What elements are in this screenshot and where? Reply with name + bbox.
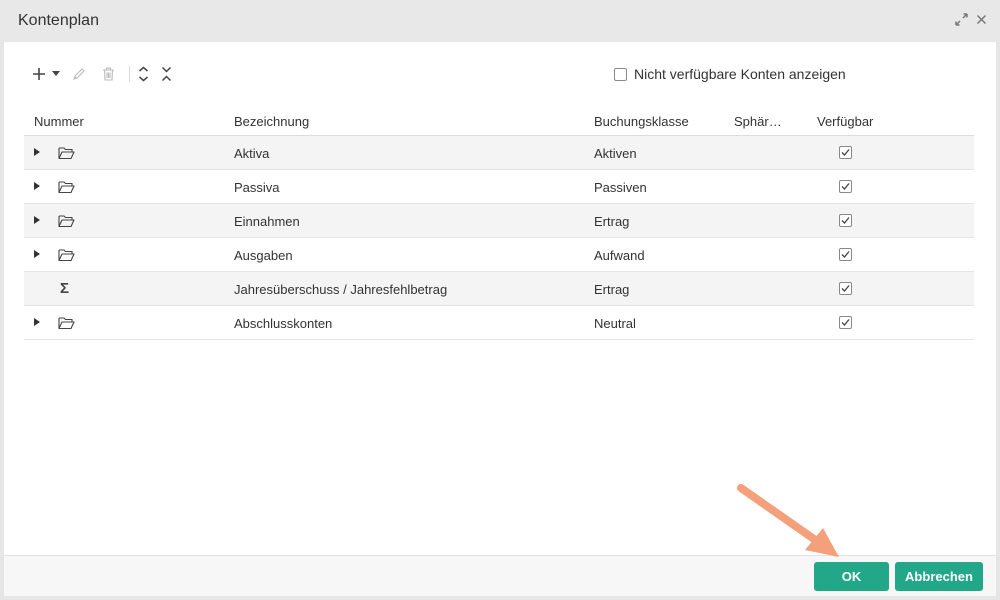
ok-button[interactable]: OK [814, 562, 889, 591]
collapse-all-icon [161, 66, 172, 82]
cell-bezeichnung: Jahresüberschuss / Jahresfehlbetrag [234, 282, 448, 297]
column-header-buchungsklasse[interactable]: Buchungsklasse [594, 114, 689, 129]
accounts-grid: Nummer Bezeichnung Buchungsklasse Sphär…… [24, 108, 974, 340]
expand-row-icon[interactable] [34, 250, 40, 258]
add-dropdown-button[interactable] [52, 64, 60, 84]
expand-all-icon [139, 66, 148, 82]
show-unavailable-toggle[interactable]: Nicht verfügbare Konten anzeigen [614, 66, 846, 82]
expand-row-icon[interactable] [34, 318, 40, 326]
trash-icon [103, 67, 114, 81]
cell-buchungsklasse: Aktiven [594, 146, 637, 161]
cell-buchungsklasse: Aufwand [594, 248, 645, 263]
check-icon [841, 319, 850, 326]
table-row[interactable]: Passiva Passiven [24, 170, 974, 204]
available-checkbox[interactable] [839, 248, 852, 261]
expand-all-button[interactable] [138, 64, 149, 84]
close-icon[interactable] [974, 12, 988, 26]
table-row[interactable]: Σ Jahresüberschuss / Jahresfehlbetrag Ertr… [24, 272, 974, 306]
check-icon [841, 285, 850, 292]
delete-button[interactable] [102, 64, 115, 84]
cell-bezeichnung: Abschlusskonten [234, 316, 333, 331]
show-unavailable-label: Nicht verfügbare Konten anzeigen [634, 66, 846, 82]
cell-bezeichnung: Einnahmen [234, 214, 300, 229]
table-row[interactable]: Abschlusskonten Neutral [24, 306, 974, 340]
available-checkbox[interactable] [839, 316, 852, 329]
dialog-content: Nicht verfügbare Konten anzeigen Nummer … [4, 42, 996, 555]
folder-icon [58, 147, 75, 160]
grid-toolbar [32, 64, 172, 84]
expand-row-icon[interactable] [34, 182, 40, 190]
sigma-icon: Σ [60, 280, 70, 297]
cell-bezeichnung: Passiva [234, 180, 280, 195]
expand-icon[interactable] [954, 12, 968, 26]
check-icon [841, 183, 850, 190]
folder-icon [58, 215, 75, 228]
dialog-title: Kontenplan [18, 12, 99, 29]
grid-body: Aktiva Aktiven Passiva Passiven Einnahmen Ert… [24, 136, 974, 340]
dialog-footer: OK Abbrechen [4, 555, 996, 596]
expand-row-icon[interactable] [34, 148, 40, 156]
folder-icon [58, 317, 75, 330]
available-checkbox[interactable] [839, 146, 852, 159]
column-header-bezeichnung[interactable]: Bezeichnung [234, 114, 309, 129]
cell-buchungsklasse: Ertrag [594, 282, 630, 297]
grid-header: Nummer Bezeichnung Buchungsklasse Sphär…… [24, 108, 974, 136]
edit-button[interactable] [72, 64, 86, 84]
column-header-nummer[interactable]: Nummer [34, 114, 84, 129]
cell-buchungsklasse: Passiven [594, 180, 647, 195]
table-row[interactable]: Einnahmen Ertrag [24, 204, 974, 238]
cell-bezeichnung: Aktiva [234, 146, 270, 161]
pencil-icon [73, 68, 85, 80]
folder-icon [58, 181, 75, 194]
show-unavailable-checkbox[interactable] [614, 67, 627, 81]
dialog-titlebar: Kontenplan [0, 0, 1000, 42]
check-icon [841, 217, 850, 224]
plus-icon [33, 68, 45, 80]
collapse-all-button[interactable] [161, 64, 172, 84]
check-icon [841, 251, 850, 258]
titlebar-controls [954, 12, 988, 26]
column-header-verfuegbar[interactable]: Verfügbar [817, 114, 873, 129]
toolbar-separator [129, 66, 130, 82]
table-row[interactable]: Aktiva Aktiven [24, 136, 974, 170]
column-header-sphaere[interactable]: Sphär… [734, 114, 782, 129]
expand-row-icon[interactable] [34, 216, 40, 224]
folder-icon [58, 249, 75, 262]
cell-buchungsklasse: Ertrag [594, 214, 630, 229]
available-checkbox[interactable] [839, 282, 852, 295]
cell-bezeichnung: Ausgaben [234, 248, 293, 263]
table-row[interactable]: Ausgaben Aufwand [24, 238, 974, 272]
cell-buchungsklasse: Neutral [594, 316, 636, 331]
cancel-button[interactable]: Abbrechen [895, 562, 983, 591]
available-checkbox[interactable] [839, 180, 852, 193]
available-checkbox[interactable] [839, 214, 852, 227]
check-icon [841, 149, 850, 156]
caret-down-icon [52, 71, 60, 76]
add-button[interactable] [32, 64, 46, 84]
kontenplan-dialog: Kontenplan Nicht verfügbare Konten anzei… [0, 0, 1000, 600]
